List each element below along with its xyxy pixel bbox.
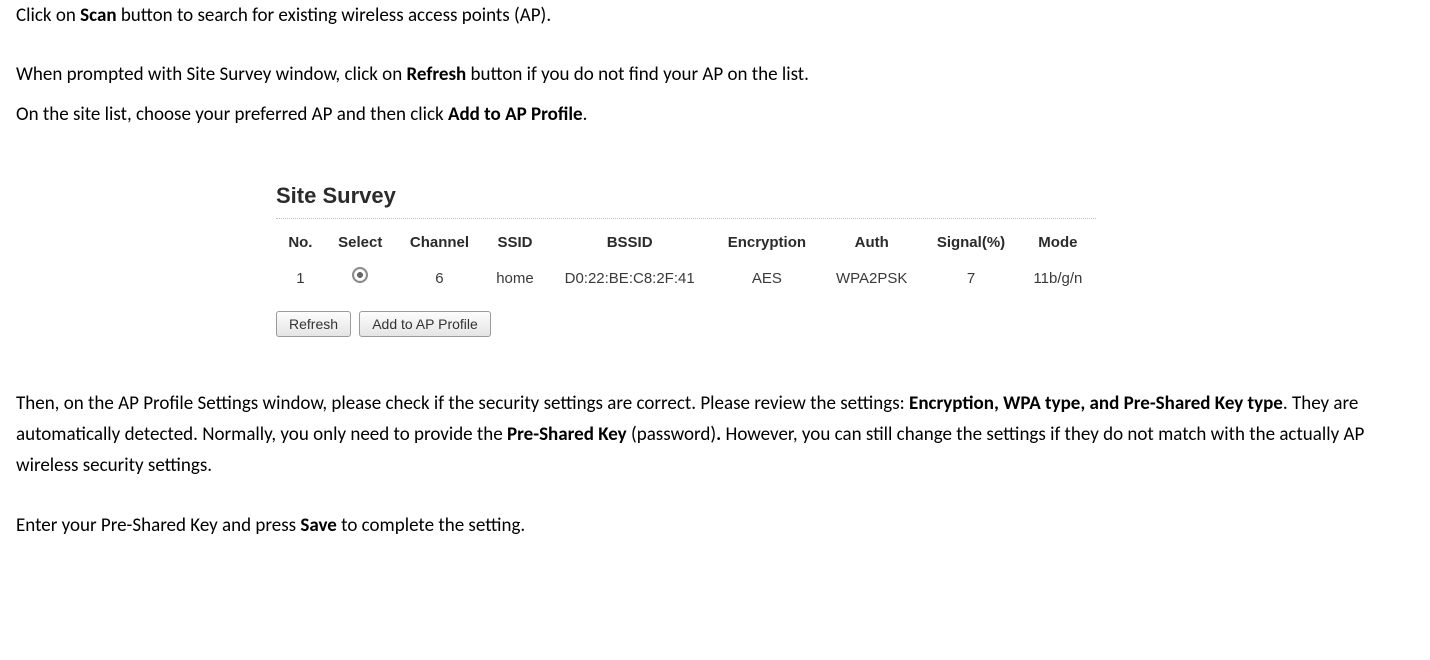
text: button if you do not find your AP on the… — [466, 63, 809, 86]
add-to-ap-profile-button[interactable]: Add to AP Profile — [359, 311, 491, 337]
col-bssid: BSSID — [547, 225, 713, 262]
site-survey-table: No. Select Channel SSID BSSID Encryption… — [276, 225, 1096, 297]
text: to complete the setting. — [337, 514, 525, 537]
settings-bold: Encryption, WPA type, and Pre-Shared Key… — [909, 392, 1283, 415]
table-row[interactable]: 1 6 home D0:22:BE:C8:2F:41 AES WPA2PSK 7… — [276, 262, 1096, 297]
radio-selected-icon[interactable] — [352, 267, 368, 283]
intro-line-1: Click on Scan button to search for exist… — [16, 0, 1414, 31]
refresh-button[interactable]: Refresh — [276, 311, 351, 337]
refresh-bold: Refresh — [406, 63, 466, 86]
cell-select[interactable] — [325, 262, 396, 297]
add-to-ap-profile-bold: Add to AP Profile — [448, 103, 583, 126]
text: On the site list, choose your preferred … — [16, 103, 448, 126]
cell-encryption: AES — [713, 262, 822, 297]
site-survey-panel: Site Survey No. Select Channel SSID BSSI… — [276, 178, 1096, 338]
cell-signal: 7 — [922, 262, 1020, 297]
text: Then, on the AP Profile Settings window,… — [16, 392, 909, 415]
scan-bold: Scan — [80, 4, 116, 27]
col-signal: Signal(%) — [922, 225, 1020, 262]
outro-paragraph-2: Enter your Pre-Shared Key and press Save… — [16, 510, 1414, 541]
col-no: No. — [276, 225, 325, 262]
col-encryption: Encryption — [713, 225, 822, 262]
outro-paragraph-1: Then, on the AP Profile Settings window,… — [16, 388, 1414, 482]
table-header-row: No. Select Channel SSID BSSID Encryption… — [276, 225, 1096, 262]
text: Click on — [16, 4, 80, 27]
text: . — [583, 103, 588, 126]
cell-ssid: home — [483, 262, 547, 297]
site-survey-buttons: Refresh Add to AP Profile — [276, 311, 1096, 338]
save-bold: Save — [300, 514, 336, 537]
col-channel: Channel — [396, 225, 483, 262]
text: button to search for existing wireless a… — [117, 4, 552, 27]
text: When prompted with Site Survey window, c… — [16, 63, 406, 86]
text: Enter your Pre-Shared Key and press — [16, 514, 300, 537]
intro-line-3: On the site list, choose your preferred … — [16, 99, 1414, 130]
psk-bold: Pre-Shared Key — [507, 423, 627, 446]
col-auth: Auth — [821, 225, 922, 262]
col-select: Select — [325, 225, 396, 262]
cell-bssid: D0:22:BE:C8:2F:41 — [547, 262, 713, 297]
text: (password) — [627, 423, 716, 446]
cell-channel: 6 — [396, 262, 483, 297]
intro-line-2: When prompted with Site Survey window, c… — [16, 59, 1414, 90]
site-survey-title: Site Survey — [276, 178, 1096, 219]
cell-mode: 11b/g/n — [1020, 262, 1096, 297]
col-ssid: SSID — [483, 225, 547, 262]
col-mode: Mode — [1020, 225, 1096, 262]
cell-no: 1 — [276, 262, 325, 297]
cell-auth: WPA2PSK — [821, 262, 922, 297]
